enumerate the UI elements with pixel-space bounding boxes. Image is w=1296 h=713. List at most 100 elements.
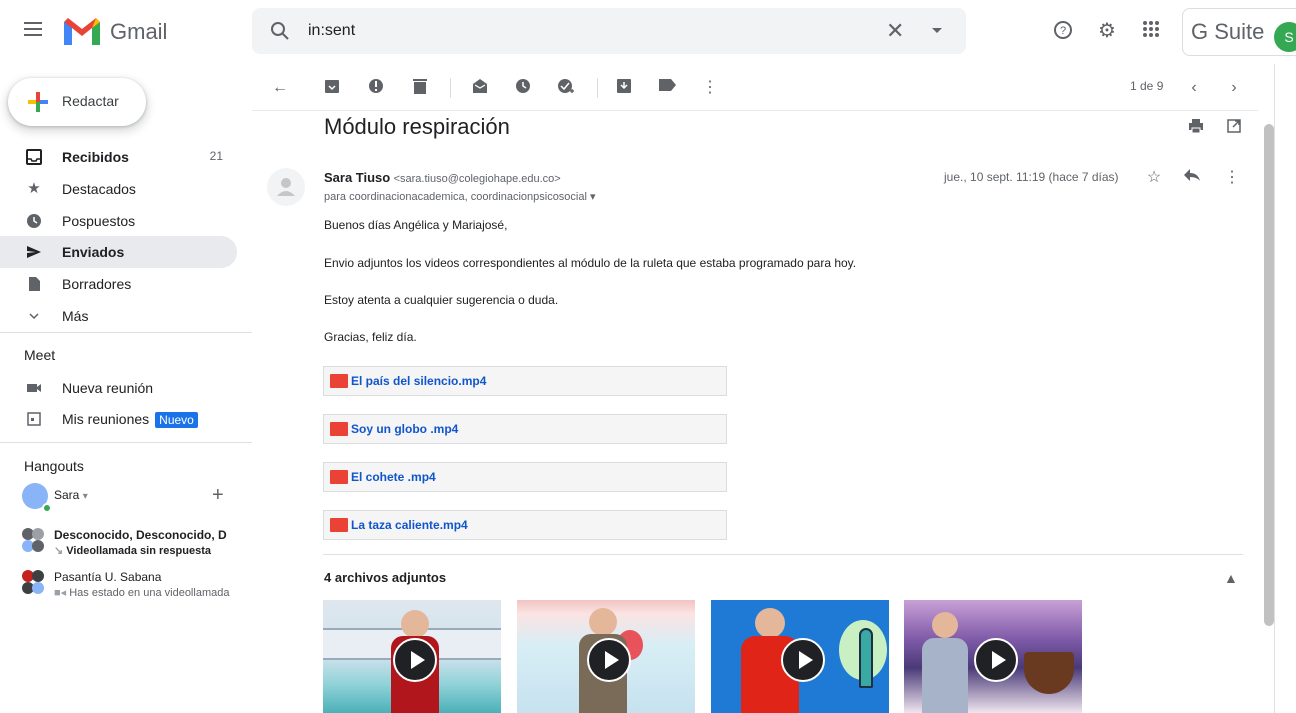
play-icon[interactable] bbox=[781, 638, 825, 682]
apps-grid-icon[interactable] bbox=[1140, 20, 1162, 42]
back-arrow-icon[interactable]: ← bbox=[270, 78, 290, 98]
attachment-link[interactable]: El país del silencio.mp4 bbox=[323, 366, 727, 396]
add-task-icon[interactable] bbox=[556, 78, 576, 98]
sidebar-item-my-meetings[interactable]: Mis reuniones Nuevo bbox=[0, 403, 237, 435]
hangout-title: Pasantía U. Sabana bbox=[54, 570, 162, 584]
scrollbar[interactable] bbox=[1264, 124, 1274, 626]
top-bar: Gmail ✕ ? ⚙ G Suite S bbox=[0, 0, 1296, 64]
report-spam-icon[interactable] bbox=[366, 78, 386, 98]
label-tag-icon[interactable] bbox=[658, 78, 678, 98]
gmail-logo[interactable]: Gmail bbox=[64, 18, 167, 45]
settings-gear-icon[interactable]: ⚙ bbox=[1096, 20, 1118, 42]
delete-trash-icon[interactable] bbox=[410, 78, 430, 98]
email-body-line: Buenos días Angélica y Mariajosé, bbox=[324, 218, 508, 232]
video-file-icon bbox=[330, 470, 348, 484]
star-outline-icon[interactable]: ☆ bbox=[1144, 168, 1164, 188]
add-to-drive-icon[interactable]: ▲ bbox=[1224, 570, 1238, 586]
clock-icon bbox=[26, 213, 42, 229]
chevron-down-icon bbox=[26, 308, 42, 324]
rocket-shape bbox=[859, 628, 873, 688]
hangouts-section-title: Hangouts bbox=[24, 458, 84, 474]
hot-cup-shape bbox=[1024, 652, 1074, 694]
help-icon[interactable]: ? bbox=[1052, 20, 1074, 42]
online-status-dot bbox=[42, 503, 52, 513]
chevron-left-icon[interactable]: ‹ bbox=[1184, 78, 1204, 98]
presenter-body bbox=[922, 638, 968, 713]
reply-icon[interactable] bbox=[1182, 168, 1202, 188]
presenter-head bbox=[755, 608, 785, 638]
group-avatar-icon bbox=[22, 570, 48, 594]
print-icon[interactable] bbox=[1186, 118, 1206, 138]
search-options-icon[interactable] bbox=[932, 28, 942, 33]
attachment-link[interactable]: Soy un globo .mp4 bbox=[323, 414, 727, 444]
sender-name[interactable]: Sara Tiuso bbox=[324, 170, 390, 185]
sidebar-item-more[interactable]: Más bbox=[0, 300, 237, 332]
move-to-icon[interactable] bbox=[614, 78, 634, 98]
hangout-title: Desconocido, Desconocido, D bbox=[54, 528, 227, 542]
attachment-filename: El país del silencio.mp4 bbox=[351, 374, 487, 388]
sender-email: <sara.tiuso@colegiohape.edu.co> bbox=[393, 173, 561, 185]
email-subject: Módulo respiración bbox=[324, 114, 510, 139]
video-thumbnail[interactable] bbox=[904, 600, 1082, 713]
toolbar-divider bbox=[252, 110, 1258, 111]
gmail-m-icon bbox=[64, 18, 100, 45]
sidebar-item-label: Nueva reunión bbox=[62, 380, 154, 396]
hangout-subtitle: ↘ Videollamada sin respuesta bbox=[54, 544, 244, 557]
sender-avatar[interactable] bbox=[267, 168, 305, 206]
search-input[interactable] bbox=[308, 20, 808, 42]
main-menu-icon[interactable] bbox=[24, 22, 42, 36]
account-avatar[interactable]: S bbox=[1274, 22, 1296, 52]
new-badge: Nuevo bbox=[155, 412, 198, 428]
sidebar-item-inbox[interactable]: Recibidos 21 bbox=[0, 141, 237, 173]
recipients-line[interactable]: para coordinacionacademica, coordinacion… bbox=[324, 190, 596, 203]
presenter-head bbox=[589, 608, 617, 636]
more-vert-icon[interactable]: ⋮ bbox=[700, 78, 720, 98]
hangout-subtitle: ■◂ Has estado en una videollamada bbox=[54, 586, 229, 599]
meet-section-title: Meet bbox=[24, 347, 56, 363]
attachments-divider bbox=[323, 554, 1243, 555]
hangouts-user-name[interactable]: Sara ▾ bbox=[54, 488, 88, 502]
plus-icon bbox=[28, 92, 48, 112]
play-icon[interactable] bbox=[393, 638, 437, 682]
sidebar-divider bbox=[0, 442, 252, 443]
more-vert-icon[interactable]: ⋮ bbox=[1222, 168, 1242, 188]
email-body-line: Estoy atenta a cualquier sugerencia o du… bbox=[324, 293, 559, 307]
sidebar-item-starred[interactable]: ★ Destacados bbox=[0, 173, 237, 205]
attachment-filename: La taza caliente.mp4 bbox=[351, 518, 468, 532]
play-icon[interactable] bbox=[587, 638, 631, 682]
pagination-text: 1 de 9 bbox=[1130, 79, 1164, 93]
chevron-right-icon[interactable]: › bbox=[1224, 78, 1244, 98]
search-icon[interactable] bbox=[270, 21, 290, 41]
attachment-link[interactable]: La taza caliente.mp4 bbox=[323, 510, 727, 540]
snooze-clock-icon[interactable] bbox=[513, 78, 533, 98]
archive-icon[interactable] bbox=[322, 78, 342, 98]
sidebar-item-sent[interactable]: Enviados bbox=[0, 236, 237, 268]
sidebar-item-snoozed[interactable]: Pospuestos bbox=[0, 205, 237, 237]
attachment-link[interactable]: El cohete .mp4 bbox=[323, 462, 727, 492]
clear-search-icon[interactable]: ✕ bbox=[886, 20, 904, 42]
sidebar-divider bbox=[0, 332, 252, 333]
video-thumbnail[interactable] bbox=[323, 600, 501, 713]
hangout-subtitle-text: Videollamada sin respuesta bbox=[66, 545, 211, 557]
video-thumbnail[interactable] bbox=[517, 600, 695, 713]
draft-icon bbox=[26, 276, 42, 292]
sidebar-item-label: Enviados bbox=[62, 244, 125, 260]
compose-button[interactable]: Redactar bbox=[8, 78, 146, 126]
search-bar[interactable]: ✕ bbox=[252, 8, 966, 54]
play-icon[interactable] bbox=[974, 638, 1018, 682]
svg-text:?: ? bbox=[1060, 25, 1066, 37]
sidebar-item-drafts[interactable]: Borradores bbox=[0, 268, 237, 300]
sidebar-item-new-meeting[interactable]: Nueva reunión bbox=[0, 372, 237, 404]
sidebar-item-label: Más bbox=[62, 308, 89, 324]
add-hangout-plus-icon[interactable]: + bbox=[212, 484, 224, 507]
recipients-text: para coordinacionacademica, coordinacion… bbox=[324, 191, 587, 203]
attachment-filename: Soy un globo .mp4 bbox=[351, 422, 459, 436]
mark-unread-icon[interactable] bbox=[470, 78, 490, 98]
open-new-window-icon[interactable] bbox=[1224, 118, 1244, 138]
sidebar-item-label: Recibidos bbox=[62, 149, 129, 165]
video-file-icon bbox=[330, 518, 348, 532]
email-body-line: Envio adjuntos los videos correspondient… bbox=[324, 256, 857, 270]
app-name: Gmail bbox=[110, 18, 168, 44]
inbox-icon bbox=[26, 149, 42, 165]
video-thumbnail[interactable] bbox=[711, 600, 889, 713]
